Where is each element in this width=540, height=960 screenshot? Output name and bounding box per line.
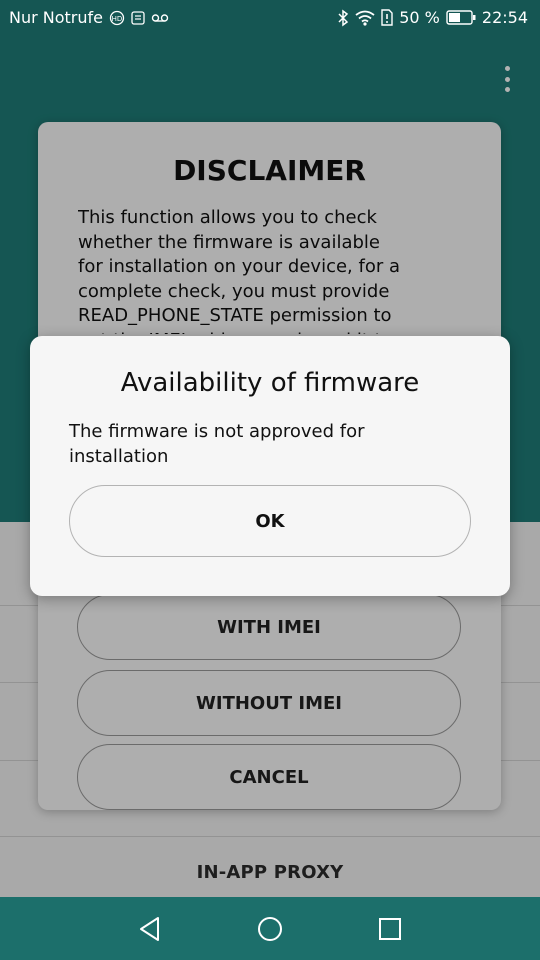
battery-percent: 50 %: [399, 8, 440, 27]
sim-alert-icon: [381, 9, 393, 26]
dialog-title: Availability of firmware: [120, 368, 420, 398]
carrier-label: Nur Notrufe: [9, 8, 103, 27]
message-icon: [131, 10, 145, 25]
clock: 22:54: [481, 8, 528, 27]
bluetooth-icon: [337, 9, 349, 27]
recents-icon[interactable]: [375, 914, 405, 944]
status-bar: Nur Notrufe HD 50 % 22:54: [0, 0, 540, 36]
navigation-bar: [0, 897, 540, 960]
dialog-message: The firmware is not approved for install…: [69, 421, 365, 467]
home-icon[interactable]: [255, 914, 285, 944]
back-icon[interactable]: [135, 914, 165, 944]
hd-icon: HD: [109, 10, 125, 26]
wifi-icon: [355, 10, 375, 26]
ok-button[interactable]: OK: [69, 485, 471, 557]
voicemail-icon: [151, 12, 169, 24]
svg-text:HD: HD: [112, 15, 123, 23]
firmware-availability-dialog: Availability of firmware The firmware is…: [30, 336, 510, 596]
battery-icon: [446, 10, 476, 25]
